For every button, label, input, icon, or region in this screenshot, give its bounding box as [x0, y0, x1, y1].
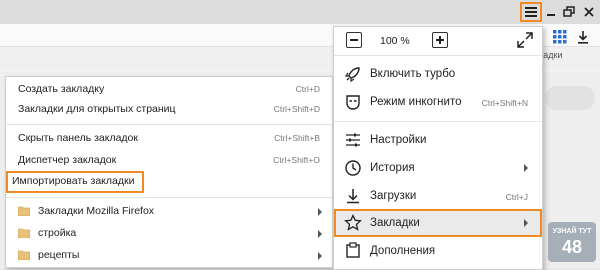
submenu-arrow-icon: [318, 252, 322, 260]
settings-item[interactable]: Настройки: [334, 126, 542, 154]
hide-bookmarks-bar-item[interactable]: Скрыть панель закладок Ctrl+Shift+B: [6, 128, 332, 150]
folder-label: рецепты: [38, 249, 80, 261]
zoom-out-button[interactable]: [346, 32, 362, 48]
history-label: История: [370, 162, 415, 174]
zoom-row: 100 %: [334, 27, 542, 56]
folder-item-stroyka[interactable]: стройка: [6, 223, 332, 245]
submenu-arrow-icon: [524, 219, 528, 227]
extensions-item[interactable]: Дополнения: [334, 237, 542, 265]
downloads-shortcut: Ctrl+J: [505, 192, 528, 202]
folder-label: стройка: [38, 227, 77, 239]
turbo-item[interactable]: Включить турбо: [334, 60, 542, 88]
submenu-arrow-icon: [318, 208, 322, 216]
bookmark-manager-label: Диспетчер закладок: [18, 154, 117, 166]
folder-label: Закладки Mozilla Firefox: [38, 205, 155, 217]
import-bookmarks-item[interactable]: Импортировать закладки: [6, 171, 144, 193]
title-bar: [0, 0, 600, 24]
folder-icon: [18, 250, 30, 260]
incognito-label: Режим инкогнито: [370, 96, 462, 108]
folder-icon: [18, 228, 30, 238]
history-item[interactable]: История: [334, 154, 542, 182]
create-bookmark-shortcut: Ctrl+D: [295, 84, 320, 94]
zoom-in-button[interactable]: [432, 32, 448, 48]
apps-grid-icon[interactable]: [553, 30, 567, 44]
download-arrow-icon[interactable]: [577, 30, 589, 44]
hide-bookmarks-bar-shortcut: Ctrl+Shift+B: [274, 133, 320, 143]
downloads-label: Загрузки: [370, 190, 417, 202]
watermark-logo: УЗНАЙ ТУТ 48: [546, 220, 598, 266]
restore-icon: [563, 6, 575, 17]
create-bookmark-item[interactable]: Создать закладку Ctrl+D: [6, 79, 332, 101]
folder-item-firefox[interactable]: Закладки Mozilla Firefox: [6, 201, 332, 223]
menu-button[interactable]: [520, 2, 542, 22]
download-icon: [347, 189, 359, 204]
hamburger-icon: [525, 7, 537, 17]
folder-item-recipes[interactable]: рецепты: [6, 245, 332, 267]
menu-separator: [334, 121, 542, 122]
bookmark-manager-item[interactable]: Диспетчер закладок Ctrl+Shift+O: [6, 150, 332, 172]
bookmarks-label: Закладки: [370, 217, 420, 229]
star-icon: [344, 214, 362, 231]
extensions-icon: [346, 242, 360, 258]
zoom-value: 100 %: [380, 35, 410, 47]
incognito-mask-icon: [346, 95, 360, 110]
submenu-arrow-icon: [318, 230, 322, 238]
submenu-separator: [6, 197, 332, 198]
clock-icon: [345, 160, 361, 176]
bookmarks-item[interactable]: Закладки: [334, 209, 542, 237]
svg-text:48: 48: [562, 237, 582, 257]
toolbar-right: [541, 28, 600, 68]
settings-sliders-icon: [346, 133, 360, 147]
background-pill: [545, 86, 595, 110]
rocket-icon: [344, 67, 360, 83]
incognito-shortcut: Ctrl+Shift+N: [481, 98, 528, 108]
incognito-item[interactable]: Режим инкогнито Ctrl+Shift+N: [334, 88, 542, 116]
create-bookmark-label: Создать закладку: [18, 83, 105, 95]
submenu-separator: [6, 124, 332, 125]
downloads-item[interactable]: Загрузки Ctrl+J: [334, 182, 542, 210]
settings-label: Настройки: [370, 134, 427, 146]
svg-text:УЗНАЙ ТУТ: УЗНАЙ ТУТ: [553, 226, 592, 235]
bookmark-open-pages-shortcut: Ctrl+Shift+D: [273, 104, 320, 114]
submenu-arrow-icon: [524, 164, 528, 172]
hide-bookmarks-bar-label: Скрыть панель закладок: [18, 132, 138, 144]
close-icon: [584, 7, 594, 17]
watermark-icon: УЗНАЙ ТУТ 48: [548, 222, 596, 262]
import-bookmarks-label: Импортировать закладки: [12, 175, 135, 187]
folder-icon: [18, 206, 30, 216]
bookmark-open-pages-item[interactable]: Закладки для открытых страниц Ctrl+Shift…: [6, 99, 332, 121]
restore-button[interactable]: [558, 2, 580, 22]
bookmark-manager-shortcut: Ctrl+Shift+O: [273, 155, 320, 165]
minimize-icon: [547, 14, 555, 16]
bookmark-open-pages-label: Закладки для открытых страниц: [18, 103, 176, 115]
fullscreen-icon[interactable]: [516, 31, 534, 49]
turbo-label: Включить турбо: [370, 68, 456, 80]
extensions-label: Дополнения: [370, 245, 436, 257]
main-menu: 100 % Включить турбо Режим инкогнито Ctr…: [333, 26, 543, 270]
close-button[interactable]: [578, 2, 600, 22]
bookmarks-submenu: Создать закладку Ctrl+D Закладки для отк…: [5, 76, 333, 268]
